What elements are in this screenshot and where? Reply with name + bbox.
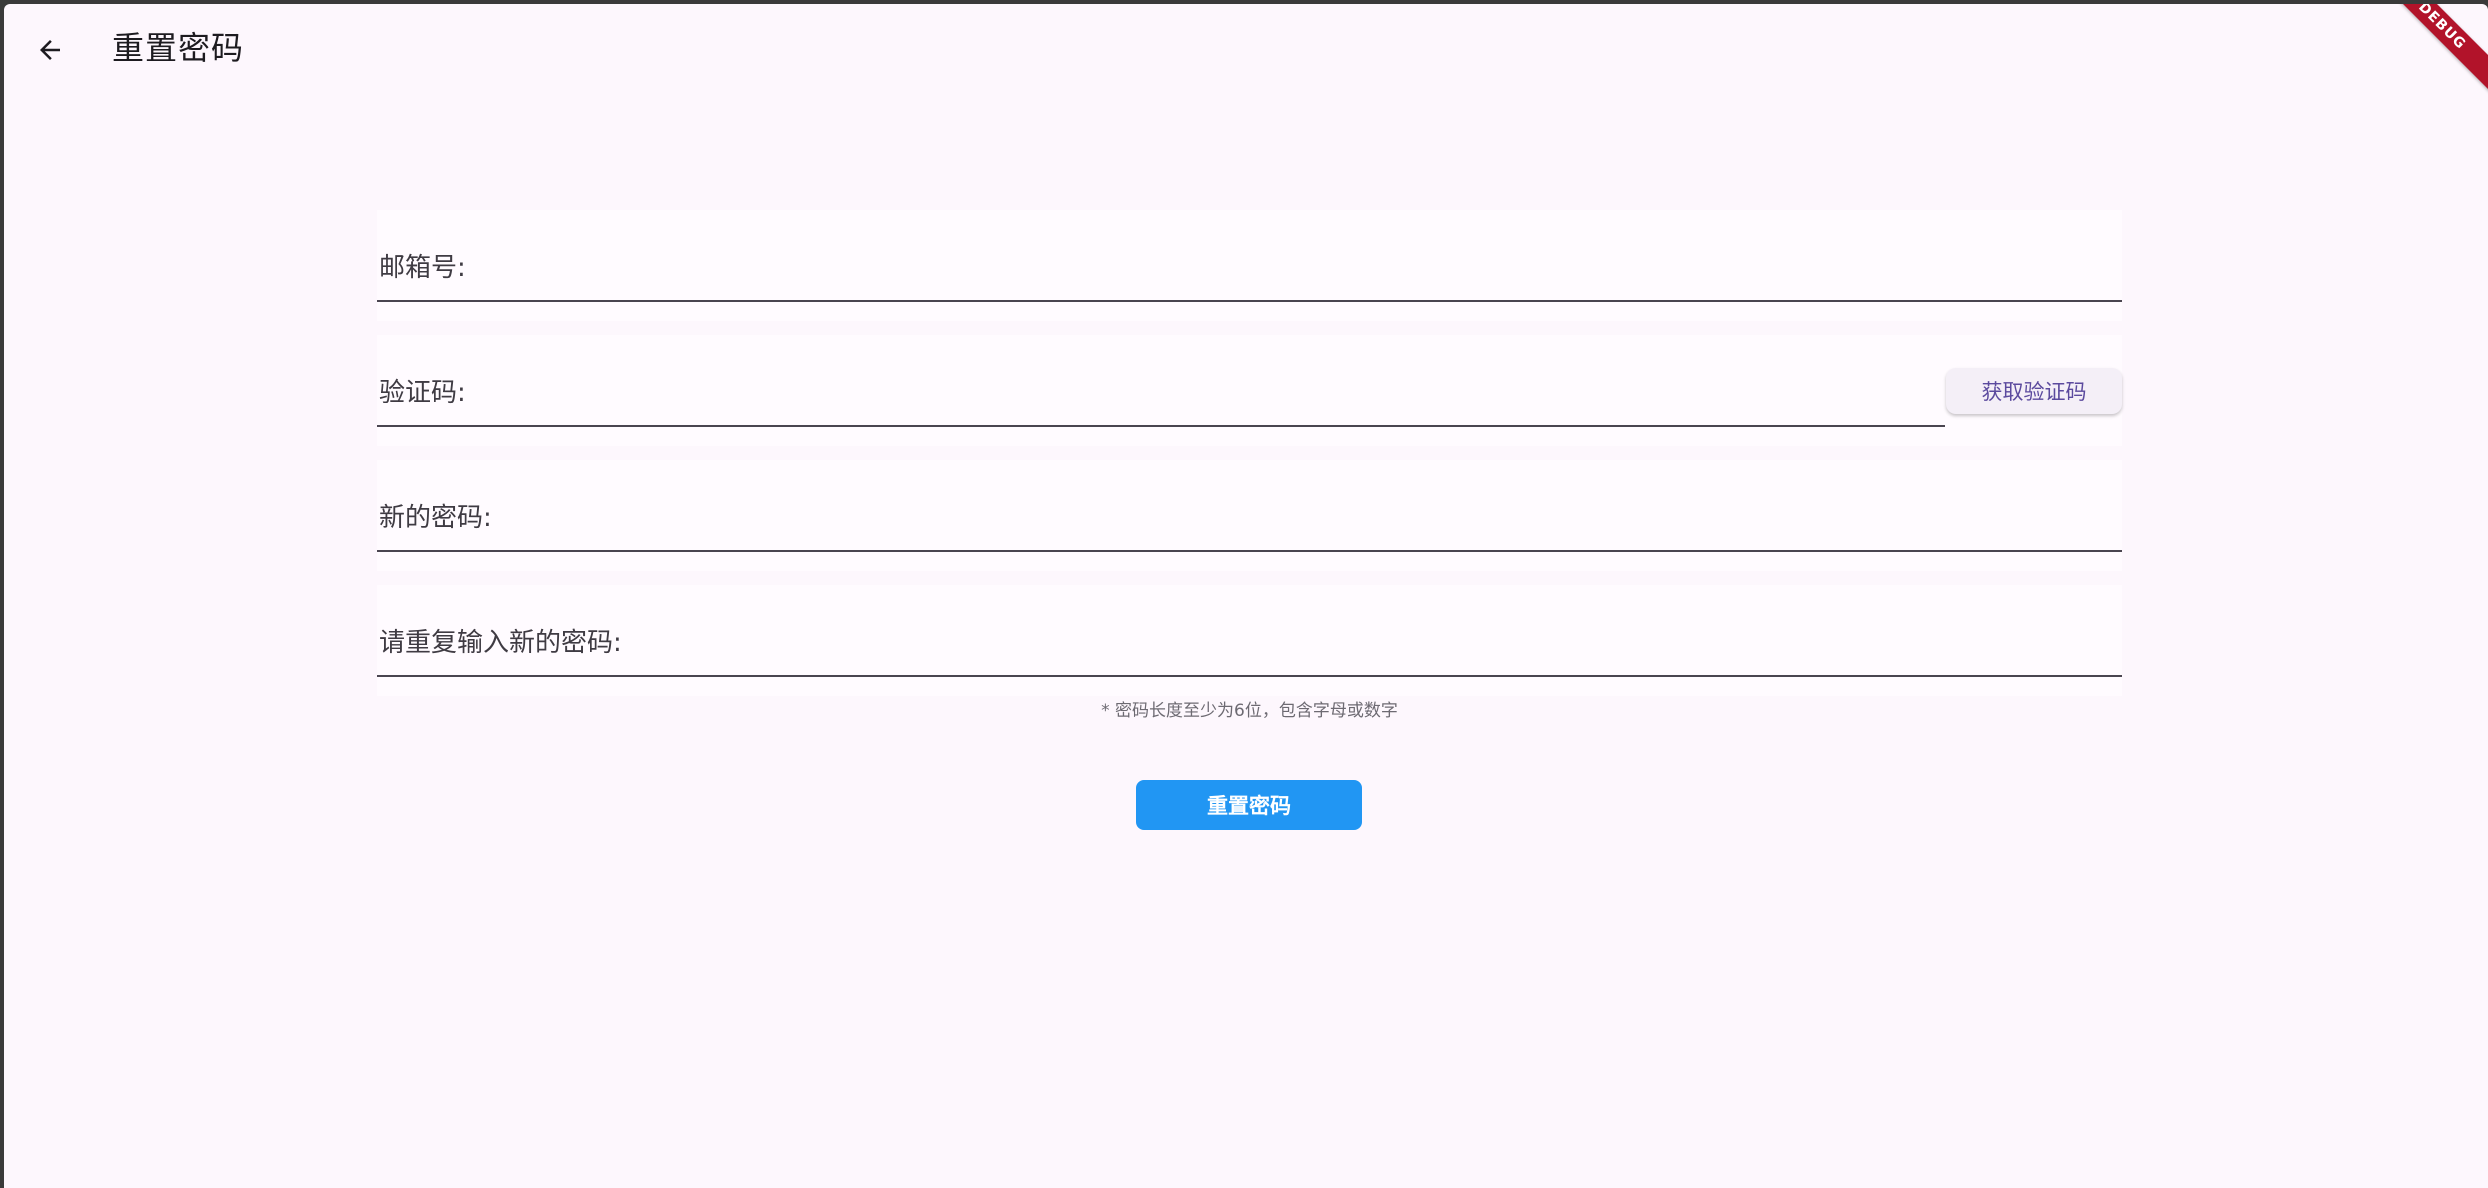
password-hint: * 密码长度至少为6位，包含字母或数字 bbox=[1101, 701, 1398, 721]
repeat-password-underline bbox=[377, 675, 2122, 677]
repeat-password-input[interactable] bbox=[617, 621, 2112, 667]
app-bar: 重置密码 bbox=[4, 4, 2488, 90]
new-password-input[interactable] bbox=[537, 496, 2112, 542]
email-field: 邮箱号: bbox=[377, 210, 2122, 321]
new-password-underline bbox=[377, 550, 2122, 552]
repeat-password-field: 请重复输入新的密码: bbox=[377, 585, 2122, 696]
page-title: 重置密码 bbox=[112, 29, 245, 67]
verification-code-underline bbox=[377, 425, 1945, 427]
reset-password-form: 邮箱号: 验证码: 新的密码: 请重复输入新的密码: 获取验证码 bbox=[377, 210, 2122, 710]
app-window: 重置密码 邮箱号: 验证码: 新的密码: 请重复输入新的密码: 获取验证码 * … bbox=[4, 4, 2488, 1188]
verification-code-field: 验证码: bbox=[377, 335, 2122, 446]
get-verification-code-button[interactable]: 获取验证码 bbox=[1946, 368, 2122, 414]
email-input[interactable] bbox=[537, 246, 2112, 292]
new-password-label: 新的密码: bbox=[379, 503, 492, 533]
reset-password-button[interactable]: 重置密码 bbox=[1136, 780, 1362, 830]
email-underline bbox=[377, 300, 2122, 302]
email-label: 邮箱号: bbox=[379, 253, 466, 283]
new-password-field: 新的密码: bbox=[377, 460, 2122, 571]
repeat-password-label: 请重复输入新的密码: bbox=[379, 628, 622, 658]
verification-code-label: 验证码: bbox=[379, 378, 466, 408]
back-button[interactable] bbox=[18, 18, 82, 82]
verification-code-input[interactable] bbox=[537, 371, 1932, 417]
arrow-left-icon bbox=[40, 40, 60, 60]
